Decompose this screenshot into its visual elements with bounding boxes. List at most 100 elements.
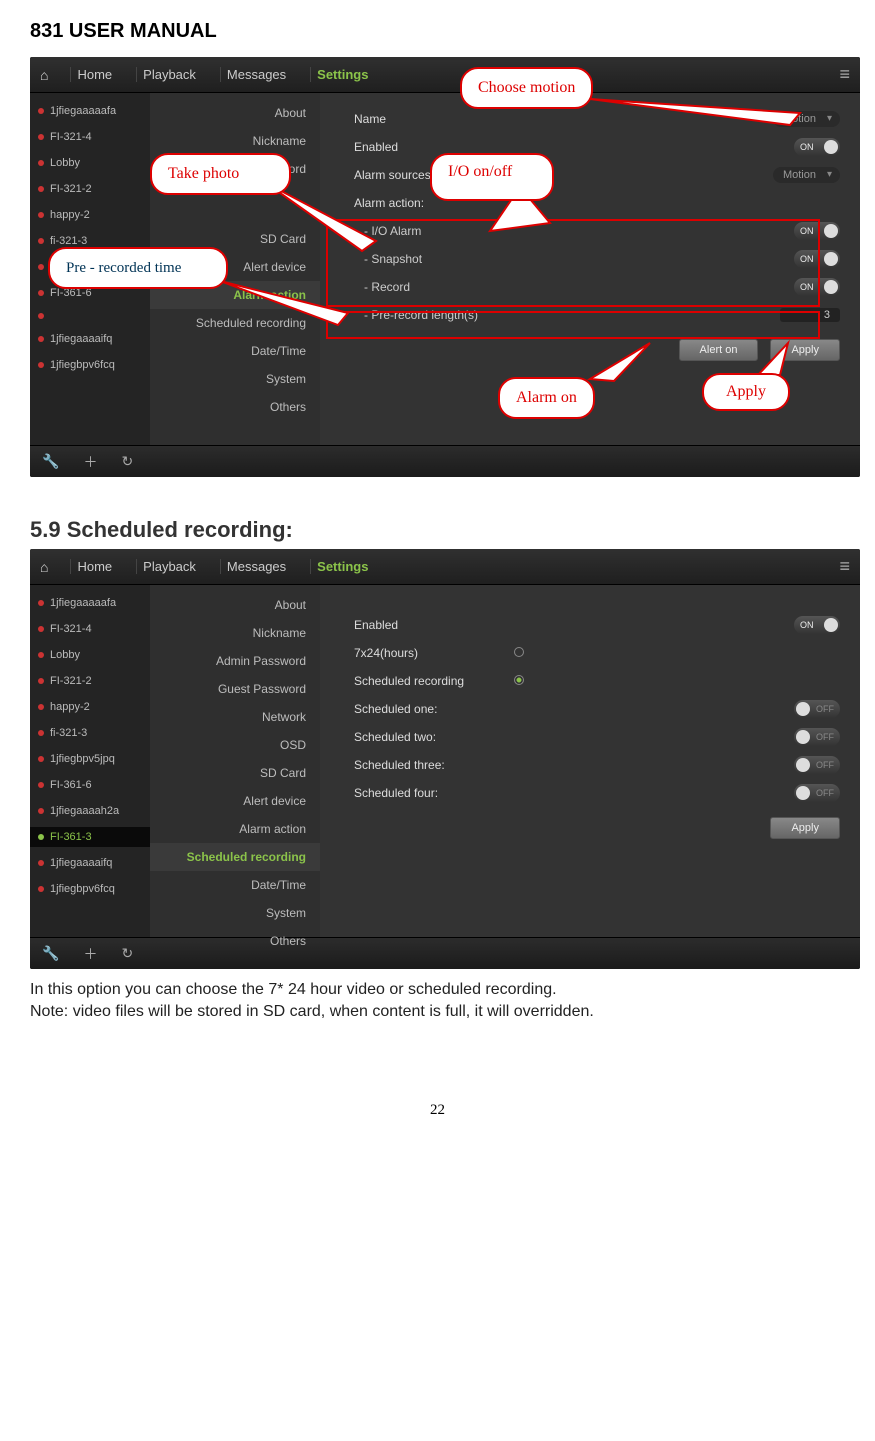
label-snapshot: - Snapshot [364, 252, 524, 266]
menu-system[interactable]: System [150, 899, 320, 927]
topbar: ⌂ Home Playback Messages Settings ≡ [30, 57, 860, 93]
menu-network[interactable]: Network [150, 703, 320, 731]
camera-item[interactable]: FI-321-4 [30, 127, 150, 147]
camera-item[interactable]: 1jfiegaaaaifq [30, 329, 150, 349]
camera-item[interactable]: 1jfiegaaaaafa [30, 593, 150, 613]
enabled-toggle[interactable]: ON [794, 616, 840, 634]
camera-item[interactable]: 1jfiegaaaah2a [30, 801, 150, 821]
camera-item[interactable]: 1jfiegaaaaifq [30, 853, 150, 873]
hamburger-icon[interactable]: ≡ [839, 64, 850, 85]
screenshot-alarm-action: ⌂ Home Playback Messages Settings ≡ 1jfi… [30, 57, 860, 477]
hamburger-icon[interactable]: ≡ [839, 556, 850, 577]
settings-menu: About Nickname Admin Password Guest Pass… [150, 585, 320, 937]
callout-pre-recorded: Pre - recorded time [48, 247, 228, 289]
radio-7x24[interactable] [514, 647, 524, 657]
footer-bar: 🔧 ＋ ↻ [30, 445, 860, 477]
page-number: 22 [30, 1102, 845, 1119]
refresh-icon[interactable]: ↻ [121, 453, 133, 470]
nav-playback[interactable]: Playback [136, 559, 202, 574]
camera-item[interactable]: 1jfiegbpv6fcq [30, 355, 150, 375]
record-toggle[interactable]: ON [794, 278, 840, 296]
apply-button[interactable]: Apply [770, 339, 840, 361]
label-7x24: 7x24(hours) [354, 646, 514, 660]
camera-item[interactable]: happy-2 [30, 697, 150, 717]
io-alarm-toggle[interactable]: ON [794, 222, 840, 240]
s2-toggle[interactable]: OFF [794, 728, 840, 746]
nav-playback[interactable]: Playback [136, 67, 202, 82]
nav-home[interactable]: Home [70, 559, 118, 574]
pre-record-value[interactable]: 3 [780, 308, 840, 322]
menu-alarm-action[interactable]: Alarm action [150, 815, 320, 843]
label-name: Name [354, 112, 514, 126]
s3-toggle[interactable]: OFF [794, 756, 840, 774]
camera-item[interactable]: FI-361-6 [30, 775, 150, 795]
menu-blank[interactable] [150, 211, 320, 225]
menu-about[interactable]: About [150, 591, 320, 619]
camera-item[interactable]: 1jfiegbpv5jpq [30, 749, 150, 769]
callout-take-photo: Take photo [150, 153, 291, 195]
menu-alert-device[interactable]: Alert device [150, 787, 320, 815]
tool-icon[interactable]: 🔧 [42, 453, 59, 470]
menu-nickname[interactable]: Nickname [150, 619, 320, 647]
menu-osd[interactable]: OSD [150, 731, 320, 759]
menu-sdcard[interactable]: SD Card [150, 759, 320, 787]
camera-list: 1jfiegaaaaafa FI-321-4 Lobby FI-321-2 ha… [30, 585, 150, 937]
nav-messages[interactable]: Messages [220, 559, 292, 574]
name-dropdown[interactable]: Motion [773, 111, 840, 127]
menu-nickname[interactable]: Nickname [150, 127, 320, 155]
menu-others[interactable]: Others [150, 393, 320, 421]
camera-item[interactable]: FI-321-2 [30, 671, 150, 691]
enabled-toggle[interactable]: ON [794, 138, 840, 156]
label-s1: Scheduled one: [354, 702, 514, 716]
content-panel: Enabled ON 7x24(hours) Scheduled recordi… [320, 585, 860, 937]
nav-settings[interactable]: Settings [310, 559, 374, 574]
camera-item[interactable]: FI-321-4 [30, 619, 150, 639]
camera-item[interactable]: FI-321-2 [30, 179, 150, 199]
menu-admin-pw[interactable]: Admin Password [150, 647, 320, 675]
s1-toggle[interactable]: OFF [794, 700, 840, 718]
callout-choose-motion: Choose motion [460, 67, 593, 109]
page-title: 831 USER MANUAL [30, 20, 845, 43]
camera-item[interactable]: 1jfiegbpv6fcq [30, 879, 150, 899]
camera-item[interactable]: FI-361-3 [30, 827, 150, 847]
camera-item[interactable]: Lobby [30, 153, 150, 173]
callout-io-onoff: I/O on/off [430, 153, 554, 201]
label-record: - Record [364, 280, 524, 294]
menu-datetime[interactable]: Date/Time [150, 337, 320, 365]
menu-sched-rec[interactable]: Scheduled recording [150, 309, 320, 337]
menu-guest-pw[interactable]: Guest Password [150, 675, 320, 703]
callout-alarm-on: Alarm on [498, 377, 595, 419]
camera-item[interactable]: 1jfiegaaaaafa [30, 101, 150, 121]
screenshot-scheduled-recording: ⌂ Home Playback Messages Settings ≡ 1jfi… [30, 549, 860, 969]
menu-datetime[interactable]: Date/Time [150, 871, 320, 899]
alert-on-button[interactable]: Alert on [679, 339, 759, 361]
label-s2: Scheduled two: [354, 730, 514, 744]
camera-item[interactable]: Lobby [30, 645, 150, 665]
label-pre-record: - Pre-record length(s) [364, 308, 524, 322]
s4-toggle[interactable]: OFF [794, 784, 840, 802]
nav-settings[interactable]: Settings [310, 67, 374, 82]
snapshot-toggle[interactable]: ON [794, 250, 840, 268]
body-text-1: In this option you can choose the 7* 24 … [30, 979, 845, 1001]
menu-sched-rec[interactable]: Scheduled recording [150, 843, 320, 871]
home-icon: ⌂ [40, 67, 48, 83]
apply-button[interactable]: Apply [770, 817, 840, 839]
callout-apply: Apply [702, 373, 790, 411]
nav-messages[interactable]: Messages [220, 67, 292, 82]
plus-icon[interactable]: ＋ [83, 944, 97, 964]
nav-home[interactable]: Home [70, 67, 118, 82]
plus-icon[interactable]: ＋ [83, 452, 97, 472]
camera-item[interactable]: happy-2 [30, 205, 150, 225]
menu-blank[interactable] [150, 197, 320, 211]
menu-about[interactable]: About [150, 99, 320, 127]
alarm-sources-dropdown[interactable]: Motion [773, 167, 840, 183]
home-icon: ⌂ [40, 559, 48, 575]
camera-item[interactable] [30, 309, 150, 323]
label-enabled: Enabled [354, 618, 514, 632]
radio-scheduled[interactable] [514, 675, 524, 685]
refresh-icon[interactable]: ↻ [121, 945, 133, 962]
camera-item[interactable]: fi-321-3 [30, 723, 150, 743]
tool-icon[interactable]: 🔧 [42, 945, 59, 962]
menu-system[interactable]: System [150, 365, 320, 393]
menu-others[interactable]: Others [150, 927, 320, 955]
